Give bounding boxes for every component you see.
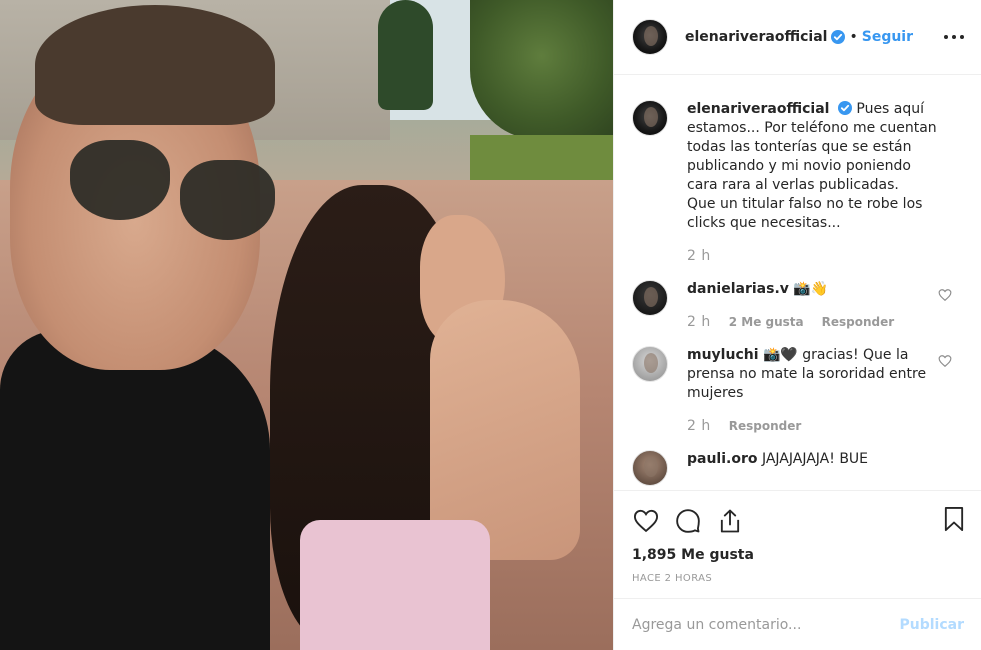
photo-tree-dark: [378, 0, 433, 110]
verified-icon: [831, 30, 846, 44]
caption: elenariveraofficial Pues aquí estamos...…: [632, 100, 964, 266]
commenter-avatar[interactable]: [632, 450, 668, 486]
post-actions: 1,895 Me gusta HACE 2 HORAS: [614, 490, 981, 598]
header-separator: •: [849, 29, 858, 45]
commenter-avatar[interactable]: [632, 280, 668, 316]
more-icon[interactable]: [944, 27, 964, 47]
author-avatar[interactable]: [632, 19, 668, 55]
photo-sunglasses-left: [70, 140, 170, 220]
caption-text-line-2: Que un titular falso no te robe los clic…: [687, 196, 923, 231]
photo-man-body: [0, 330, 270, 650]
post-time: HACE 2 HORAS: [632, 573, 713, 584]
add-comment-bar: Publicar: [614, 598, 981, 650]
heart-icon[interactable]: [630, 505, 662, 537]
post-header: elenariveraofficial • Seguir: [614, 0, 981, 75]
post-photo[interactable]: [0, 0, 613, 650]
comment-icon[interactable]: [672, 505, 704, 537]
comment-text: JAJAJAJAJA! BUE: [761, 451, 869, 467]
comment-like-heart-icon[interactable]: [938, 288, 952, 302]
author-username[interactable]: elenariveraofficial: [685, 29, 827, 45]
commenter-username[interactable]: muyluchi: [687, 347, 759, 363]
caption-meta: 2 h: [687, 247, 937, 266]
caption-author-avatar[interactable]: [632, 100, 668, 136]
comment-item: muyluchi 📸🖤 gracias! Que la prensa no ma…: [632, 346, 964, 436]
reply-button[interactable]: Responder: [729, 417, 802, 436]
photo-man-hair: [35, 5, 275, 125]
caption-author-username[interactable]: elenariveraofficial: [687, 101, 829, 117]
comment-item: pauli.oro JAJAJAJAJA! BUE: [632, 450, 964, 486]
commenter-avatar[interactable]: [632, 346, 668, 382]
commenter-username[interactable]: pauli.oro: [687, 451, 758, 467]
comment-like-heart-icon[interactable]: [938, 354, 952, 368]
likes-count[interactable]: 1,895 Me gusta: [630, 547, 966, 563]
photo-sunglasses-right: [180, 160, 275, 240]
comment-input[interactable]: [632, 616, 900, 633]
comments-list[interactable]: elenariveraofficial Pues aquí estamos...…: [614, 76, 981, 490]
comment-time: 2 h: [687, 418, 711, 434]
comment-text: 📸👋: [793, 281, 829, 297]
comment-meta: 2 h Responder: [687, 417, 937, 436]
post-side-panel: elenariveraofficial • Seguir elenarivera…: [613, 0, 981, 650]
comment-likes[interactable]: 2 Me gusta: [729, 313, 804, 332]
caption-time: 2 h: [687, 248, 711, 264]
share-icon[interactable]: [714, 505, 746, 537]
publish-button[interactable]: Publicar: [900, 617, 965, 633]
commenter-username[interactable]: danielarias.v: [687, 281, 789, 297]
bookmark-icon[interactable]: [940, 505, 968, 537]
verified-icon: [837, 101, 852, 115]
comment-meta: 2 h 2 Me gusta Responder: [687, 313, 937, 332]
reply-button[interactable]: Responder: [822, 313, 895, 332]
photo-tree: [470, 0, 613, 140]
photo-woman-top: [300, 520, 490, 650]
comment-item: danielarias.v 📸👋 2 h 2 Me gusta Responde…: [632, 280, 964, 332]
follow-button[interactable]: Seguir: [862, 29, 913, 45]
comment-time: 2 h: [687, 314, 711, 330]
